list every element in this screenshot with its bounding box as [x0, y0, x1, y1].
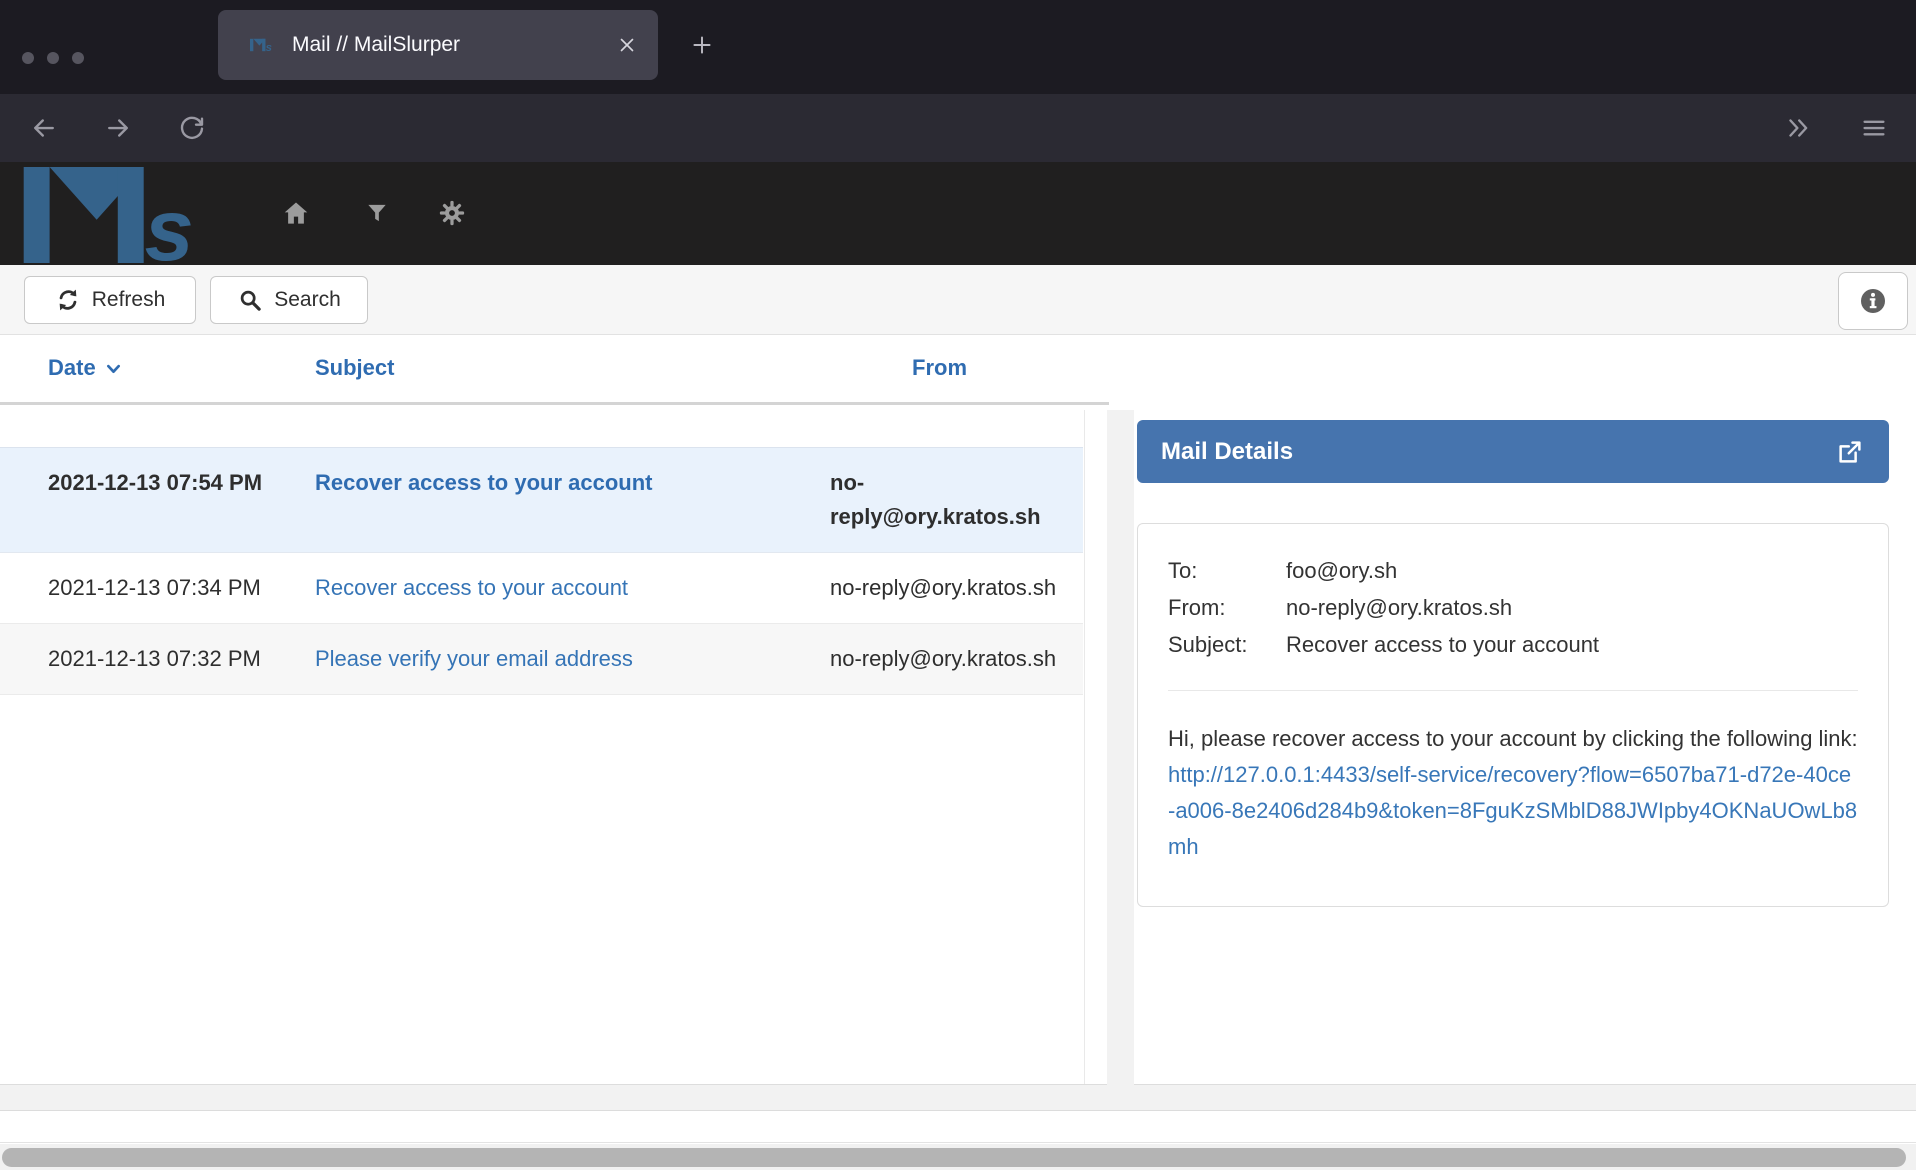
app-toolbar: Refresh Search: [0, 265, 1916, 335]
sort-chevron-icon: [104, 359, 123, 378]
mail-date: 2021-12-13 07:34 PM: [48, 571, 315, 605]
column-header-date-label: Date: [48, 355, 96, 381]
svg-text:s: s: [145, 180, 194, 263]
info-button[interactable]: [1838, 272, 1908, 330]
window-control-dot[interactable]: [22, 52, 34, 64]
mail-list-row[interactable]: 2021-12-13 07:34 PM Recover access to yo…: [0, 553, 1083, 624]
mailslurper-window: s Mail // MailSlurper: [0, 0, 1916, 1170]
app-navbar: s: [0, 162, 1916, 265]
browser-tab-bar: s Mail // MailSlurper: [0, 0, 1916, 94]
footer-strip: [0, 1110, 1916, 1143]
tab-title: Mail // MailSlurper: [292, 33, 614, 57]
window-control-dot[interactable]: [72, 52, 84, 64]
search-icon: [237, 287, 263, 313]
mail-list-row-selected[interactable]: 2021-12-13 07:54 PM Recover access to yo…: [0, 447, 1083, 553]
horizontal-scrollbar-thumb[interactable]: [2, 1148, 1906, 1167]
refresh-button-label: Refresh: [92, 288, 166, 312]
recovery-link[interactable]: http://127.0.0.1:4433/self-service/recov…: [1168, 762, 1857, 859]
content-area: Date Subject From 2021-12-13 07:54 PM R: [0, 335, 1916, 1110]
mail-details-card: To: foo@ory.sh From: no-reply@ory.kratos…: [1137, 523, 1889, 907]
to-label: To:: [1168, 552, 1286, 589]
back-icon[interactable]: [28, 112, 60, 144]
mail-subject-link[interactable]: Recover access to your account: [315, 571, 830, 605]
mail-date: 2021-12-13 07:32 PM: [48, 642, 315, 676]
column-header-from-label: From: [912, 355, 967, 381]
mail-details-header: Mail Details: [1137, 420, 1889, 483]
column-header-subject-label: Subject: [315, 355, 394, 381]
reload-icon[interactable]: [176, 112, 208, 144]
column-header-from[interactable]: From: [912, 355, 967, 381]
mail-details-panel: Mail Details To: foo@ory.sh From: no-rep: [1134, 410, 1916, 1085]
list-panel-divider: [1084, 410, 1085, 1084]
info-icon: [1857, 285, 1889, 317]
subject-label: Subject:: [1168, 626, 1286, 663]
column-header-date[interactable]: Date: [48, 355, 123, 381]
mail-subject-link[interactable]: Recover access to your account: [315, 466, 830, 534]
mail-details-title: Mail Details: [1161, 438, 1835, 466]
mail-meta-to: To: foo@ory.sh: [1168, 552, 1858, 589]
gear-icon[interactable]: [437, 198, 467, 228]
mail-date: 2021-12-13 07:54 PM: [48, 466, 315, 534]
mail-from: no-reply@ory.kratos.sh: [830, 642, 1083, 676]
details-divider: [1168, 690, 1858, 691]
search-button-label: Search: [274, 288, 341, 312]
menu-icon[interactable]: [1858, 112, 1890, 144]
new-tab-icon[interactable]: [685, 28, 719, 62]
from-value: no-reply@ory.kratos.sh: [1286, 589, 1858, 626]
refresh-icon: [55, 287, 81, 313]
mailslurper-favicon-icon: s: [250, 34, 276, 56]
subject-value: Recover access to your account: [1286, 626, 1858, 663]
mail-meta-from: From: no-reply@ory.kratos.sh: [1168, 589, 1858, 626]
mail-list-panel: 2021-12-13 07:54 PM Recover access to yo…: [0, 410, 1107, 1085]
search-button[interactable]: Search: [210, 276, 368, 324]
header-divider: [0, 402, 1109, 405]
mail-body-text: Hi, please recover access to your accoun…: [1168, 726, 1858, 751]
svg-text:s: s: [266, 42, 272, 54]
browser-navigation-bar: 127.0.0.1:4436/# 90%: [0, 94, 1916, 162]
mail-list: 2021-12-13 07:54 PM Recover access to yo…: [0, 447, 1085, 695]
overflow-chevrons-icon[interactable]: [1782, 112, 1814, 144]
mail-meta-subject: Subject: Recover access to your account: [1168, 626, 1858, 663]
mailslurper-logo[interactable]: s: [22, 167, 227, 263]
browser-tab[interactable]: s Mail // MailSlurper: [218, 10, 658, 80]
mail-from: no-reply@ory.kratos.sh: [830, 571, 1083, 605]
external-link-icon[interactable]: [1835, 437, 1865, 467]
column-header-subject[interactable]: Subject: [315, 355, 394, 381]
from-label: From:: [1168, 589, 1286, 626]
window-controls[interactable]: [22, 52, 84, 64]
mail-from: no-reply@ory.kratos.sh: [830, 466, 1083, 534]
forward-icon[interactable]: [102, 112, 134, 144]
refresh-button[interactable]: Refresh: [24, 276, 196, 324]
mail-list-row[interactable]: 2021-12-13 07:32 PM Please verify your e…: [0, 624, 1083, 695]
filter-icon[interactable]: [362, 198, 392, 228]
home-icon[interactable]: [281, 198, 311, 228]
to-value: foo@ory.sh: [1286, 552, 1858, 589]
tab-close-icon[interactable]: [614, 32, 640, 58]
mail-body: Hi, please recover access to your accoun…: [1168, 721, 1858, 865]
window-control-dot[interactable]: [47, 52, 59, 64]
list-header-strip: Date Subject From: [0, 335, 1916, 410]
horizontal-scrollbar-track: [0, 1144, 1916, 1170]
mail-list-column-headers: Date Subject From: [0, 347, 1109, 389]
mail-subject-link[interactable]: Please verify your email address: [315, 642, 830, 676]
